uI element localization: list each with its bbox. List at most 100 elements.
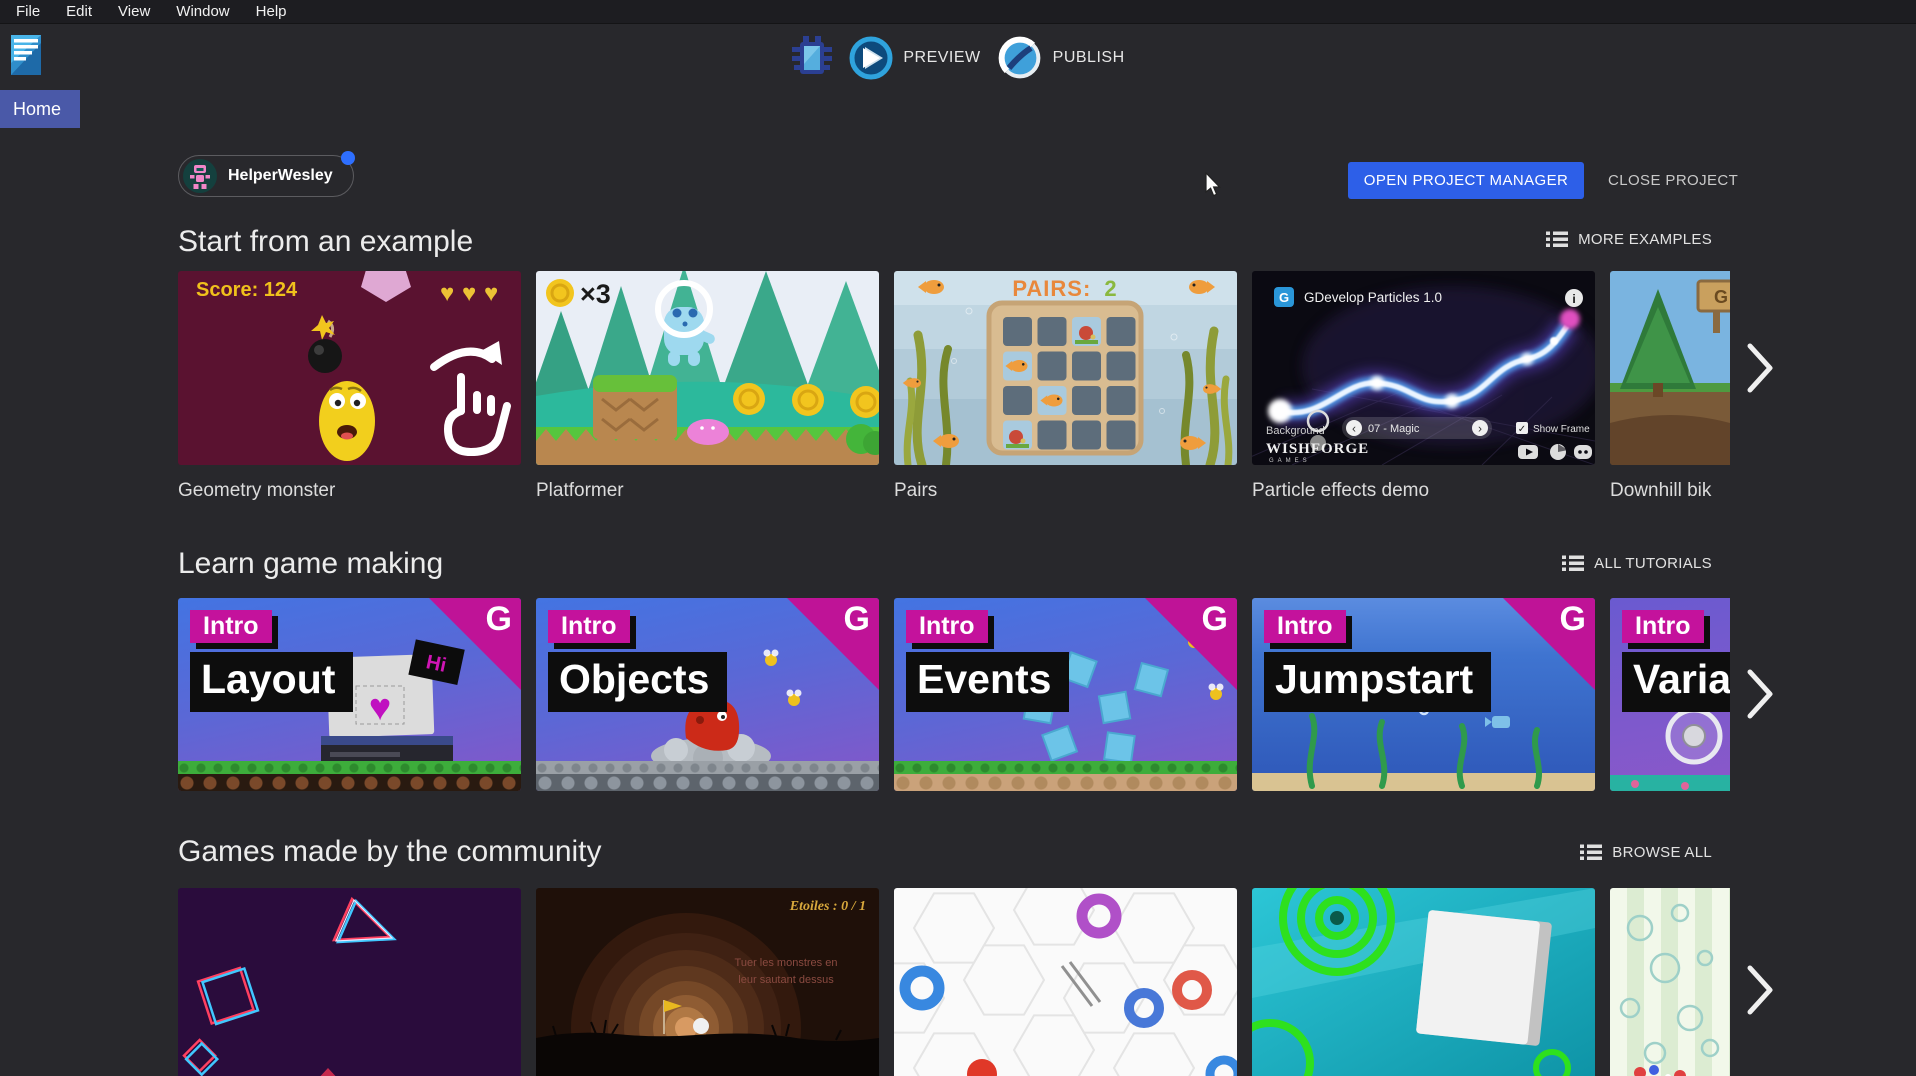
coin-icon (733, 383, 765, 415)
examples-scroll-right-button[interactable] (1738, 338, 1778, 398)
tutorial-labels: Intro Objects (548, 610, 727, 712)
bubbles-thumbnail (1610, 888, 1730, 1076)
hexagon-game-thumbnail (894, 888, 1237, 1076)
card-title: Platformer (536, 480, 879, 502)
example-card-platformer[interactable]: ×3 Platformer (536, 271, 879, 502)
tutorial-labels: Intro Variab (1622, 610, 1730, 712)
neon-shapes-thumbnail (178, 888, 521, 1076)
chevron-right-icon (1738, 338, 1778, 398)
bee-icon (787, 690, 802, 707)
example-card-downhill[interactable]: G Downhill bik (1610, 271, 1730, 502)
jumpstart-thumbnail: G Intro Jumpstart (1252, 598, 1595, 791)
tab-home[interactable]: Home (0, 90, 80, 128)
community-section-title: Games made by the community (178, 835, 602, 869)
tab-home-label: Home (13, 99, 61, 120)
menu-help[interactable]: Help (243, 0, 300, 24)
pairs-art: PAIRS: 2 (894, 271, 1237, 465)
menu-bar: File Edit View Window Help (0, 0, 1916, 24)
card-title: Particle effects demo (1252, 480, 1595, 502)
variables-thumbnail: +1 G Intro Variab (1610, 598, 1730, 791)
menu-window[interactable]: Window (163, 0, 242, 24)
platformer-thumbnail: ×3 (536, 271, 879, 465)
community-card-1[interactable] (178, 888, 521, 1076)
tutorial-card-variables[interactable]: +1 G Intro Variab (1610, 598, 1730, 791)
next-effect-icon: › (1478, 422, 1482, 436)
menu-view[interactable]: View (105, 0, 163, 24)
card-title: Pairs (894, 480, 1237, 502)
geometry-monster-thumbnail: Score: 124 ♥ ♥ ♥ (178, 271, 521, 465)
demo-title: GDevelop Particles 1.0 (1304, 290, 1442, 305)
list-icon (1580, 843, 1602, 861)
intro-badge: Intro (906, 610, 988, 643)
sunset-game-thumbnail: Etoiles : 0 / 1 Tuer les monstres en leu… (536, 888, 879, 1076)
all-tutorials-button[interactable]: ALL TUTORIALS (1562, 554, 1712, 572)
tutorial-title: Events (906, 652, 1069, 712)
downhill-thumbnail: G (1610, 271, 1730, 465)
community-card-5[interactable] (1610, 888, 1730, 1076)
close-project-button[interactable]: CLOSE PROJECT (1598, 162, 1748, 199)
tutorial-card-objects[interactable]: G Intro Objects (536, 598, 879, 791)
community-card-2[interactable]: Etoiles : 0 / 1 Tuer les monstres en leu… (536, 888, 879, 1076)
menu-file[interactable]: File (3, 0, 53, 24)
tutorial-card-jumpstart[interactable]: G Intro Jumpstart (1252, 598, 1595, 791)
gdevelop-logo-icon: G (844, 600, 870, 639)
mouse-cursor (1205, 172, 1223, 198)
more-examples-button[interactable]: MORE EXAMPLES (1546, 230, 1712, 248)
community-scroll-right-button[interactable] (1738, 960, 1778, 1020)
play-circle-icon (849, 36, 893, 80)
ground-strip (536, 761, 879, 791)
tutorial-card-layout[interactable]: ♥ Hi G Intro Layout (178, 598, 521, 791)
avatar (183, 159, 217, 193)
heart-icon: ♥ (462, 280, 476, 307)
tutorials-card-row: ♥ Hi G Intro Layout (178, 598, 1730, 791)
gdevelop-logo-icon: G (1560, 600, 1586, 639)
effect-name: 07 - Magic (1368, 423, 1420, 435)
example-card-particle-effects[interactable]: G GDevelop Particles 1.0 i Background ‹ … (1252, 271, 1595, 502)
svg-text:i: i (1572, 292, 1575, 306)
community-card-4[interactable] (1252, 888, 1595, 1076)
example-card-pairs[interactable]: PAIRS: 2 (894, 271, 1237, 502)
prev-effect-icon: ‹ (1352, 422, 1356, 436)
chevron-right-icon (1738, 960, 1778, 1020)
all-tutorials-label: ALL TUTORIALS (1594, 555, 1712, 572)
community-card-3[interactable] (894, 888, 1237, 1076)
wishforge-sub: GAMES (1269, 458, 1311, 464)
coin-icon (792, 384, 824, 416)
card-title: Geometry monster (178, 480, 521, 502)
heart-sprite: ♥ (369, 687, 392, 729)
tutorials-scroll-right-button[interactable] (1738, 664, 1778, 724)
wishforge-logo: WISHFORGE (1266, 441, 1369, 457)
tutorial-labels: Intro Jumpstart (1264, 610, 1491, 712)
more-examples-label: MORE EXAMPLES (1578, 231, 1712, 248)
tutorial-card-events[interactable]: G Intro Events (894, 598, 1237, 791)
user-profile-chip[interactable]: HelperWesley (178, 155, 354, 197)
tutorial-labels: Intro Layout (190, 610, 353, 712)
intro-badge: Intro (1264, 610, 1346, 643)
gdevelop-logo-icon: G (486, 600, 512, 639)
preview-label: PREVIEW (903, 49, 980, 67)
layout-thumbnail: ♥ Hi G Intro Layout (178, 598, 521, 791)
show-frame-label: Show Frame (1533, 424, 1590, 435)
list-icon (1546, 230, 1568, 248)
geometry-monster-art: ♥ ♥ ♥ (178, 271, 521, 465)
hint-text: Tuer les monstres en (735, 957, 838, 969)
pairs-label: PAIRS: (1012, 276, 1091, 301)
publish-button[interactable]: PUBLISH (997, 35, 1125, 81)
preview-button[interactable]: PREVIEW (849, 36, 980, 80)
publish-globe-icon (997, 35, 1043, 81)
tutorial-title: Jumpstart (1264, 652, 1491, 712)
menu-edit[interactable]: Edit (53, 0, 105, 24)
heart-icon: ♥ (440, 280, 454, 307)
tutorial-title: Objects (548, 652, 727, 712)
tutorial-labels: Intro Events (906, 610, 1069, 712)
coin-counter (546, 279, 574, 307)
particle-effects-thumbnail: G GDevelop Particles 1.0 i Background ‹ … (1252, 271, 1595, 465)
browse-all-button[interactable]: BROWSE ALL (1580, 843, 1712, 861)
objects-thumbnail: G Intro Objects (536, 598, 879, 791)
open-project-manager-button[interactable]: OPEN PROJECT MANAGER (1348, 162, 1584, 199)
ground-strip (178, 761, 521, 791)
card-title: Downhill bik (1610, 480, 1730, 502)
bug-icon (791, 35, 833, 81)
debugger-button[interactable] (791, 35, 833, 81)
example-card-geometry-monster[interactable]: Score: 124 ♥ ♥ ♥ (178, 271, 521, 502)
